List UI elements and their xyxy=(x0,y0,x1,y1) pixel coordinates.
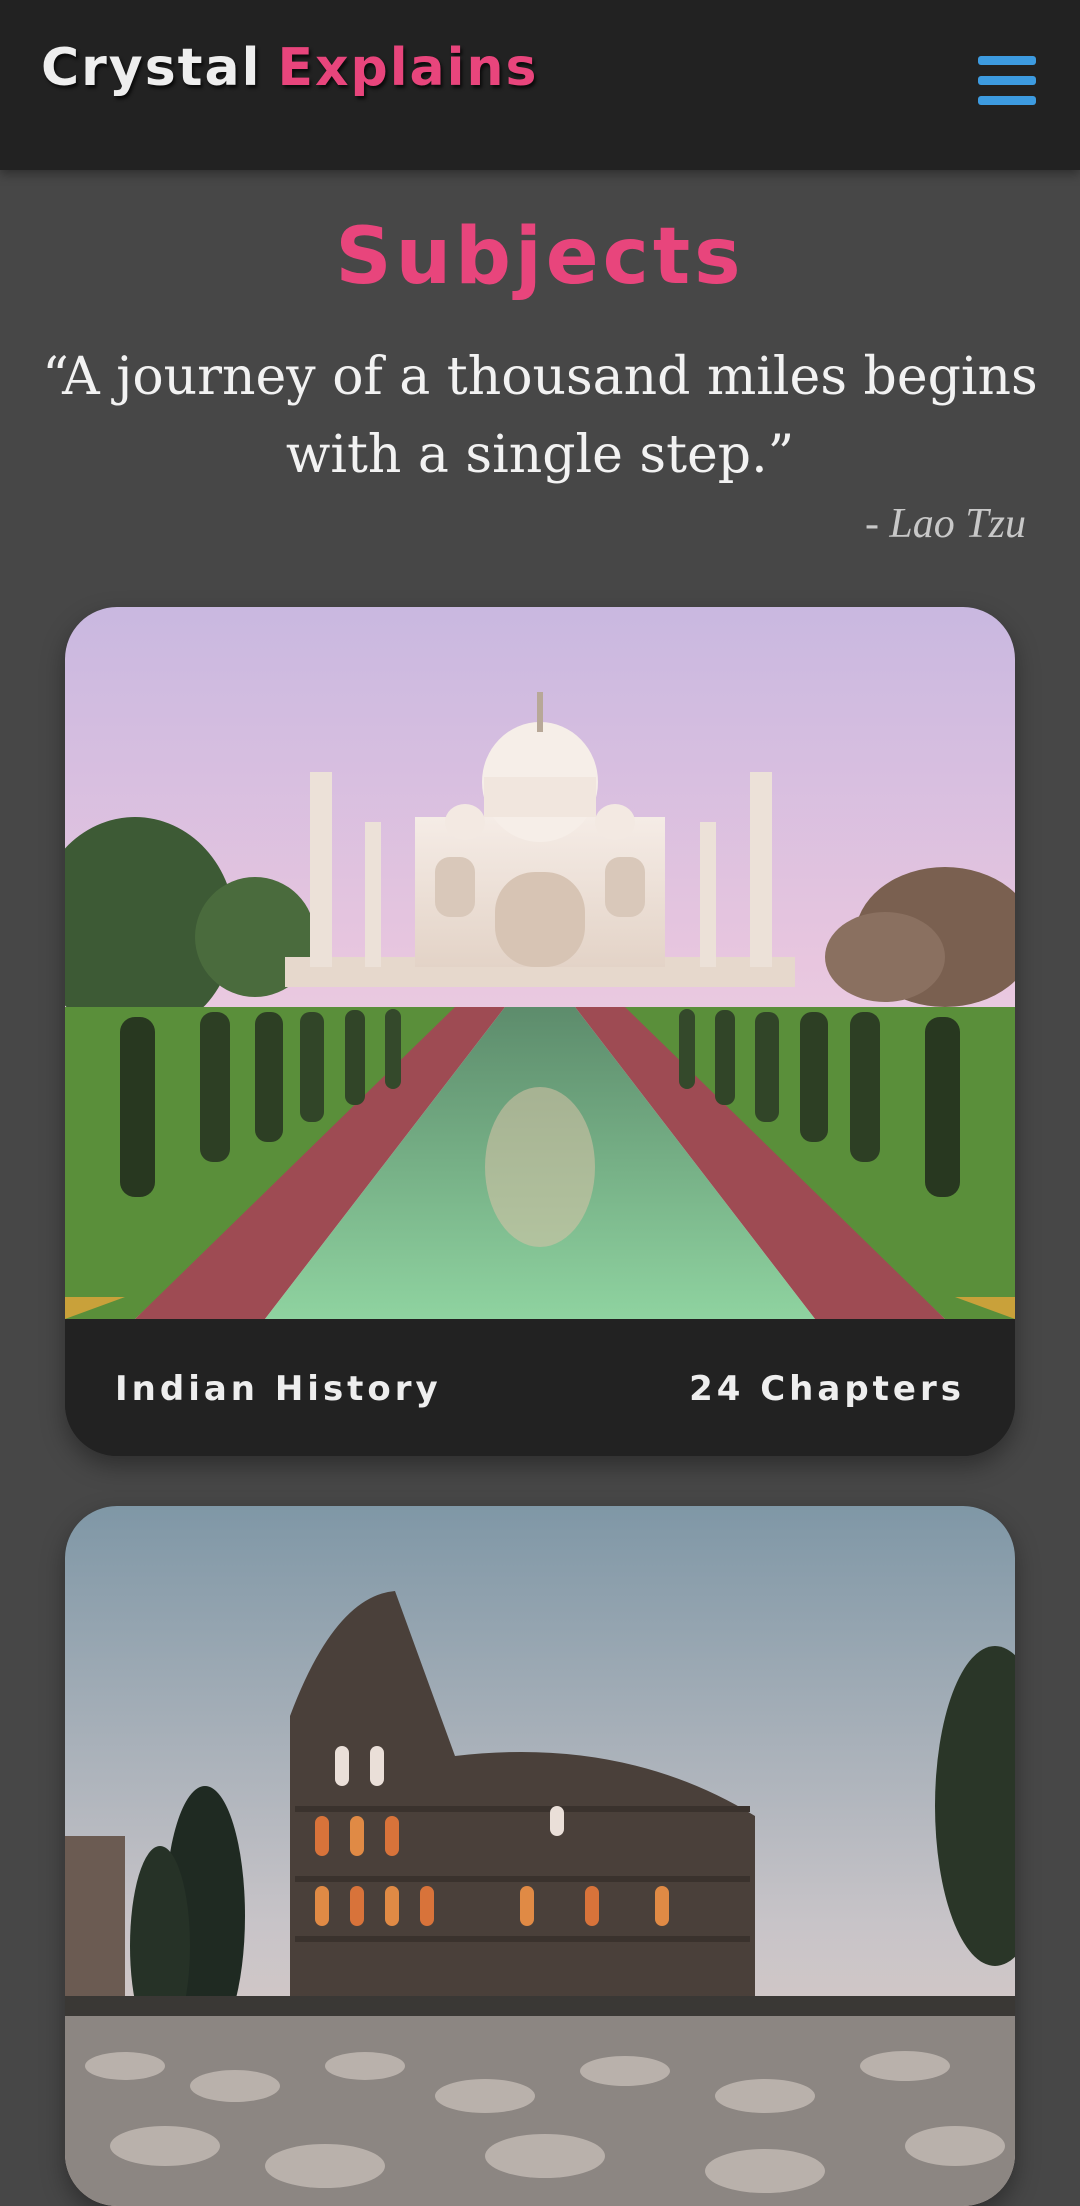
logo-word-explains: Explains xyxy=(277,38,539,98)
subject-card-roman-history[interactable] xyxy=(65,1506,1015,2206)
quote-author: - Lao Tzu xyxy=(864,501,1026,547)
hamburger-menu-icon[interactable] xyxy=(978,56,1036,106)
chapter-count: 24 Chapters xyxy=(689,1369,965,1409)
quote-text: “A journey of a thousand miles begins wi… xyxy=(42,347,1038,485)
card-footer: Indian History 24 Chapters xyxy=(65,1319,1015,1456)
page-title: Subjects xyxy=(335,212,745,302)
site-logo[interactable]: Crystal Explains xyxy=(41,38,538,98)
logo-word-crystal: Crystal xyxy=(41,38,262,98)
taj-mahal-image xyxy=(65,607,1015,1319)
subject-name: Indian History xyxy=(115,1369,442,1409)
colosseum-image xyxy=(65,1506,1015,2206)
subject-card-indian-history[interactable]: Indian History 24 Chapters xyxy=(65,607,1015,1456)
app-header: Crystal Explains xyxy=(0,0,1080,170)
